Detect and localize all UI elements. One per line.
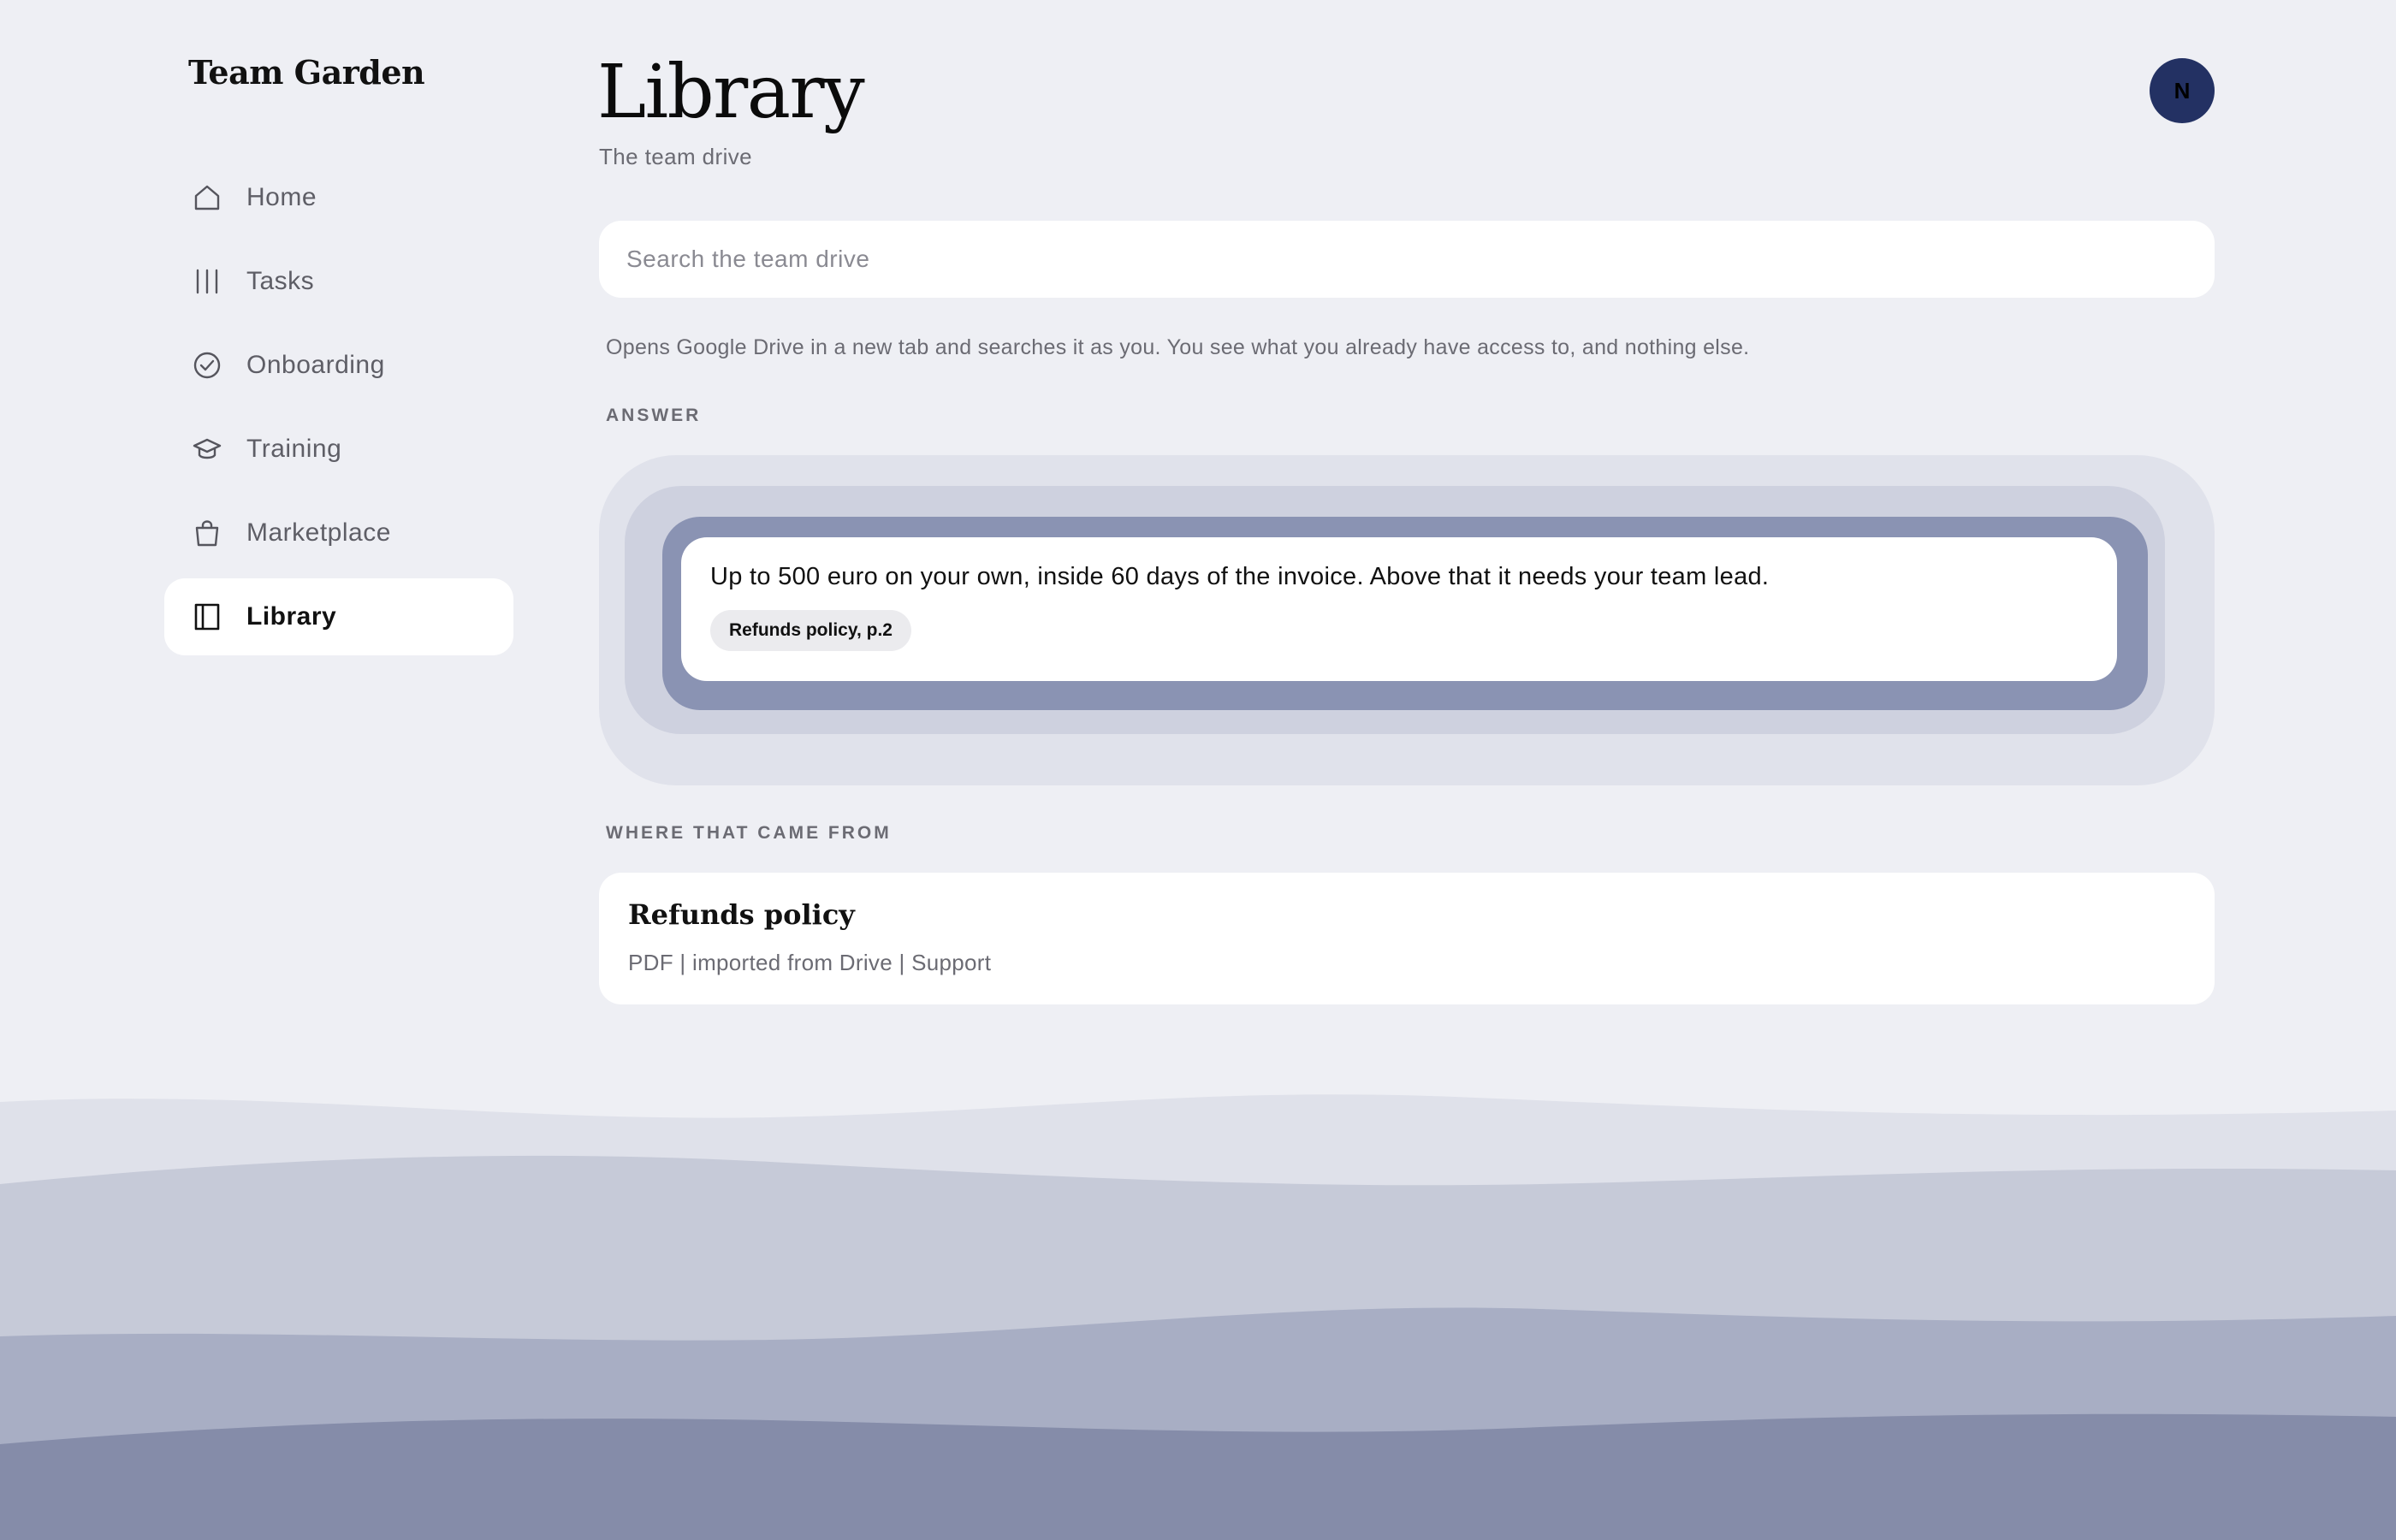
search-helper-text: Opens Google Drive in a new tab and sear… (606, 335, 1750, 359)
sidebar-item-label: Tasks (246, 267, 315, 295)
book-icon (190, 600, 224, 634)
page-title: Library (597, 50, 865, 135)
sidebar-item-label: Library (246, 602, 337, 631)
sidebar-item-label: Marketplace (246, 518, 391, 547)
avatar[interactable]: N (2150, 58, 2215, 123)
graduation-cap-icon (190, 432, 224, 466)
answer-section-label: ANSWER (606, 406, 702, 425)
answer-text: Up to 500 euro on your own, inside 60 da… (710, 563, 1770, 590)
answer-card: Up to 500 euro on your own, inside 60 da… (681, 537, 2117, 681)
sidebar-item-onboarding[interactable]: Onboarding (164, 327, 513, 404)
source-card[interactable]: Refunds policy PDF | imported from Drive… (599, 873, 2215, 1004)
home-icon (190, 181, 224, 215)
sidebar-item-label: Home (246, 183, 317, 211)
avatar-initial: N (2174, 77, 2191, 104)
shopping-bag-icon (190, 516, 224, 550)
sidebar-item-tasks[interactable]: Tasks (164, 243, 513, 320)
sidebar-item-library[interactable]: Library (164, 578, 513, 655)
page-subtitle: The team drive (599, 144, 753, 169)
source-meta: PDF | imported from Drive | Support (628, 950, 992, 975)
source-title: Refunds policy (628, 898, 855, 931)
citation-chip[interactable]: Refunds policy, p.2 (710, 610, 911, 651)
sidebar-item-label: Onboarding (246, 351, 385, 379)
tasks-icon (190, 264, 224, 299)
sidebar-item-training[interactable]: Training (164, 411, 513, 488)
sidebar: Home Tasks Onboarding Training Marketpla… (164, 159, 513, 662)
sidebar-item-label: Training (246, 435, 342, 463)
decorative-waves (0, 1094, 2396, 1540)
sidebar-item-home[interactable]: Home (164, 159, 513, 236)
sidebar-item-marketplace[interactable]: Marketplace (164, 495, 513, 572)
page: Team Garden Home Tasks Onboarding Traini… (0, 0, 2396, 1540)
sources-section-label: WHERE THAT CAME FROM (606, 823, 892, 843)
check-circle-icon (190, 348, 224, 382)
search-input[interactable] (599, 221, 2215, 298)
brand-logo[interactable]: Team Garden (188, 53, 425, 92)
